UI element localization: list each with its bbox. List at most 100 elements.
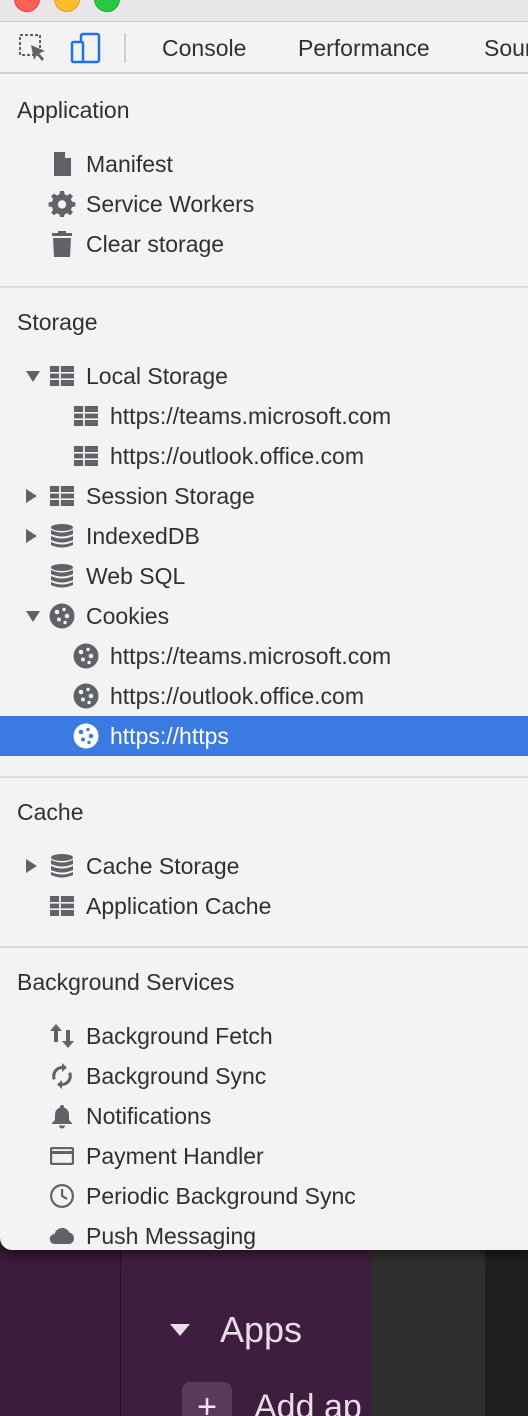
add-app-clip: + Add ap	[182, 1382, 370, 1416]
credit-card-icon	[48, 1142, 76, 1170]
cookie-icon	[48, 602, 76, 630]
section-cache: Cache Cache Storage Application Cache	[0, 778, 528, 948]
zoom-window-button[interactable]	[94, 0, 120, 12]
table-grid-icon	[48, 482, 76, 510]
toolbar-separator	[124, 33, 126, 63]
sidebar-item-notifications[interactable]: Notifications	[0, 1096, 528, 1136]
gear-icon	[48, 190, 76, 218]
sidebar-item-label: Periodic Background Sync	[86, 1183, 356, 1209]
sidebar-item-session-storage[interactable]: Session Storage	[0, 476, 528, 516]
sidebar-item-cookies[interactable]: Cookies	[0, 596, 528, 636]
database-icon	[48, 852, 76, 880]
devtools-window: Console Performance Sources Application …	[0, 0, 528, 1250]
sidebar-item-periodic-background-sync[interactable]: Periodic Background Sync	[0, 1176, 528, 1216]
trash-icon	[48, 230, 76, 258]
section-title-background-services: Background Services	[17, 969, 235, 995]
sidebar-item-label: https://outlook.office.com	[110, 683, 364, 709]
up-down-arrows-icon	[48, 1022, 76, 1050]
sidebar-item-application-cache[interactable]: Application Cache	[0, 886, 528, 926]
sidebar-item-service-workers[interactable]: Service Workers	[0, 184, 528, 224]
section-storage: Storage Local Storage https://teams.micr…	[0, 288, 528, 778]
tab-sources[interactable]: Sources	[484, 22, 528, 74]
sidebar-item-label: https://teams.microsoft.com	[110, 403, 392, 429]
sidebar-item-label: Cookies	[86, 603, 170, 629]
table-grid-icon	[48, 892, 76, 920]
sidebar-item-label: IndexedDB	[86, 523, 200, 549]
sidebar-item-label: https://outlook.office.com	[110, 443, 364, 469]
sidebar-item-cookie-outlook[interactable]: https://outlook.office.com	[0, 676, 528, 716]
sidebar-item-label: Clear storage	[86, 231, 225, 257]
bell-icon	[48, 1102, 76, 1130]
sidebar-item-label: Payment Handler	[86, 1143, 264, 1169]
caret-down-icon	[170, 1324, 190, 1336]
database-icon	[48, 522, 76, 550]
section-title-application: Application	[17, 97, 130, 123]
sidebar-item-cache-storage[interactable]: Cache Storage	[0, 846, 528, 886]
clock-icon	[48, 1182, 76, 1210]
cookie-icon	[72, 642, 100, 670]
database-icon	[48, 562, 76, 590]
expand-arrow-right-icon[interactable]	[26, 529, 40, 543]
sidebar-item-local-outlook[interactable]: https://outlook.office.com	[0, 436, 528, 476]
document-icon	[48, 150, 76, 178]
app-rail	[0, 1230, 120, 1416]
sidebar-item-label: Notifications	[86, 1103, 212, 1129]
expand-arrow-right-icon[interactable]	[26, 489, 40, 503]
inspect-element-icon[interactable]	[17, 32, 49, 64]
sidebar-item-label: Session Storage	[86, 483, 255, 509]
sidebar-item-cookie-teams[interactable]: https://teams.microsoft.com	[0, 636, 528, 676]
table-grid-icon	[48, 362, 76, 390]
sidebar-item-label: Application Cache	[86, 893, 272, 919]
section-application: Application Manifest Service Workers Cle…	[0, 76, 528, 288]
background-app: Apps + Add ap	[0, 1230, 528, 1416]
sidebar-item-label: https://teams.microsoft.com	[110, 643, 392, 669]
sidebar-item-label: Web SQL	[86, 563, 186, 589]
sidebar-item-label: https://https	[110, 723, 229, 749]
sidebar-item-label: Service Workers	[86, 191, 255, 217]
sync-icon	[48, 1062, 76, 1090]
sidebar-item-label: Push Messaging	[86, 1223, 257, 1249]
add-app-label: Add ap	[254, 1387, 362, 1416]
sidebar-item-label: Manifest	[86, 151, 173, 177]
section-title-storage: Storage	[17, 309, 98, 335]
cookie-icon	[72, 682, 100, 710]
minimize-window-button[interactable]	[54, 0, 80, 12]
title-bar	[0, 0, 528, 22]
devtools-toolbar: Console Performance Sources	[0, 22, 528, 74]
apps-label: Apps	[220, 1309, 303, 1350]
section-title-cache: Cache	[17, 799, 84, 825]
cookie-icon	[72, 722, 100, 750]
sidebar-item-web-sql[interactable]: Web SQL	[0, 556, 528, 596]
expand-arrow-down-icon[interactable]	[26, 369, 40, 383]
sidebar-item-clear-storage[interactable]: Clear storage	[0, 224, 528, 264]
apps-header[interactable]: Apps	[170, 1308, 302, 1352]
sidebar-item-label: Background Fetch	[86, 1023, 273, 1049]
sidebar-item-background-sync[interactable]: Background Sync	[0, 1056, 528, 1096]
close-window-button[interactable]	[14, 0, 40, 12]
application-sidebar: Application Manifest Service Workers Cle…	[0, 76, 528, 1250]
app-content	[370, 1230, 485, 1416]
sidebar-item-payment-handler[interactable]: Payment Handler	[0, 1136, 528, 1176]
sidebar-item-manifest[interactable]: Manifest	[0, 144, 528, 184]
sidebar-item-indexeddb[interactable]: IndexedDB	[0, 516, 528, 556]
sidebar-item-push-messaging[interactable]: Push Messaging	[0, 1216, 528, 1250]
cloud-icon	[48, 1222, 76, 1250]
sidebar-item-local-teams[interactable]: https://teams.microsoft.com	[0, 396, 528, 436]
tab-performance[interactable]: Performance	[298, 22, 430, 74]
sidebar-item-label: Cache Storage	[86, 853, 240, 879]
sidebar-item-local-storage[interactable]: Local Storage	[0, 356, 528, 396]
sidebar-item-cookie-https[interactable]: https://https	[0, 716, 528, 756]
section-background-services: Background Services Background Fetch Bac…	[0, 948, 528, 1250]
add-app-button[interactable]: + Add ap	[182, 1382, 362, 1416]
table-grid-icon	[72, 442, 100, 470]
expand-arrow-down-icon[interactable]	[26, 609, 40, 623]
table-grid-icon	[72, 402, 100, 430]
sidebar-item-label: Local Storage	[86, 363, 228, 389]
plus-icon: +	[182, 1382, 232, 1416]
device-toolbar-icon[interactable]	[70, 32, 102, 64]
sidebar-item-label: Background Sync	[86, 1063, 267, 1089]
app-content-edge	[485, 1230, 528, 1416]
expand-arrow-right-icon[interactable]	[26, 859, 40, 873]
sidebar-item-background-fetch[interactable]: Background Fetch	[0, 1016, 528, 1056]
tab-console[interactable]: Console	[162, 22, 246, 74]
